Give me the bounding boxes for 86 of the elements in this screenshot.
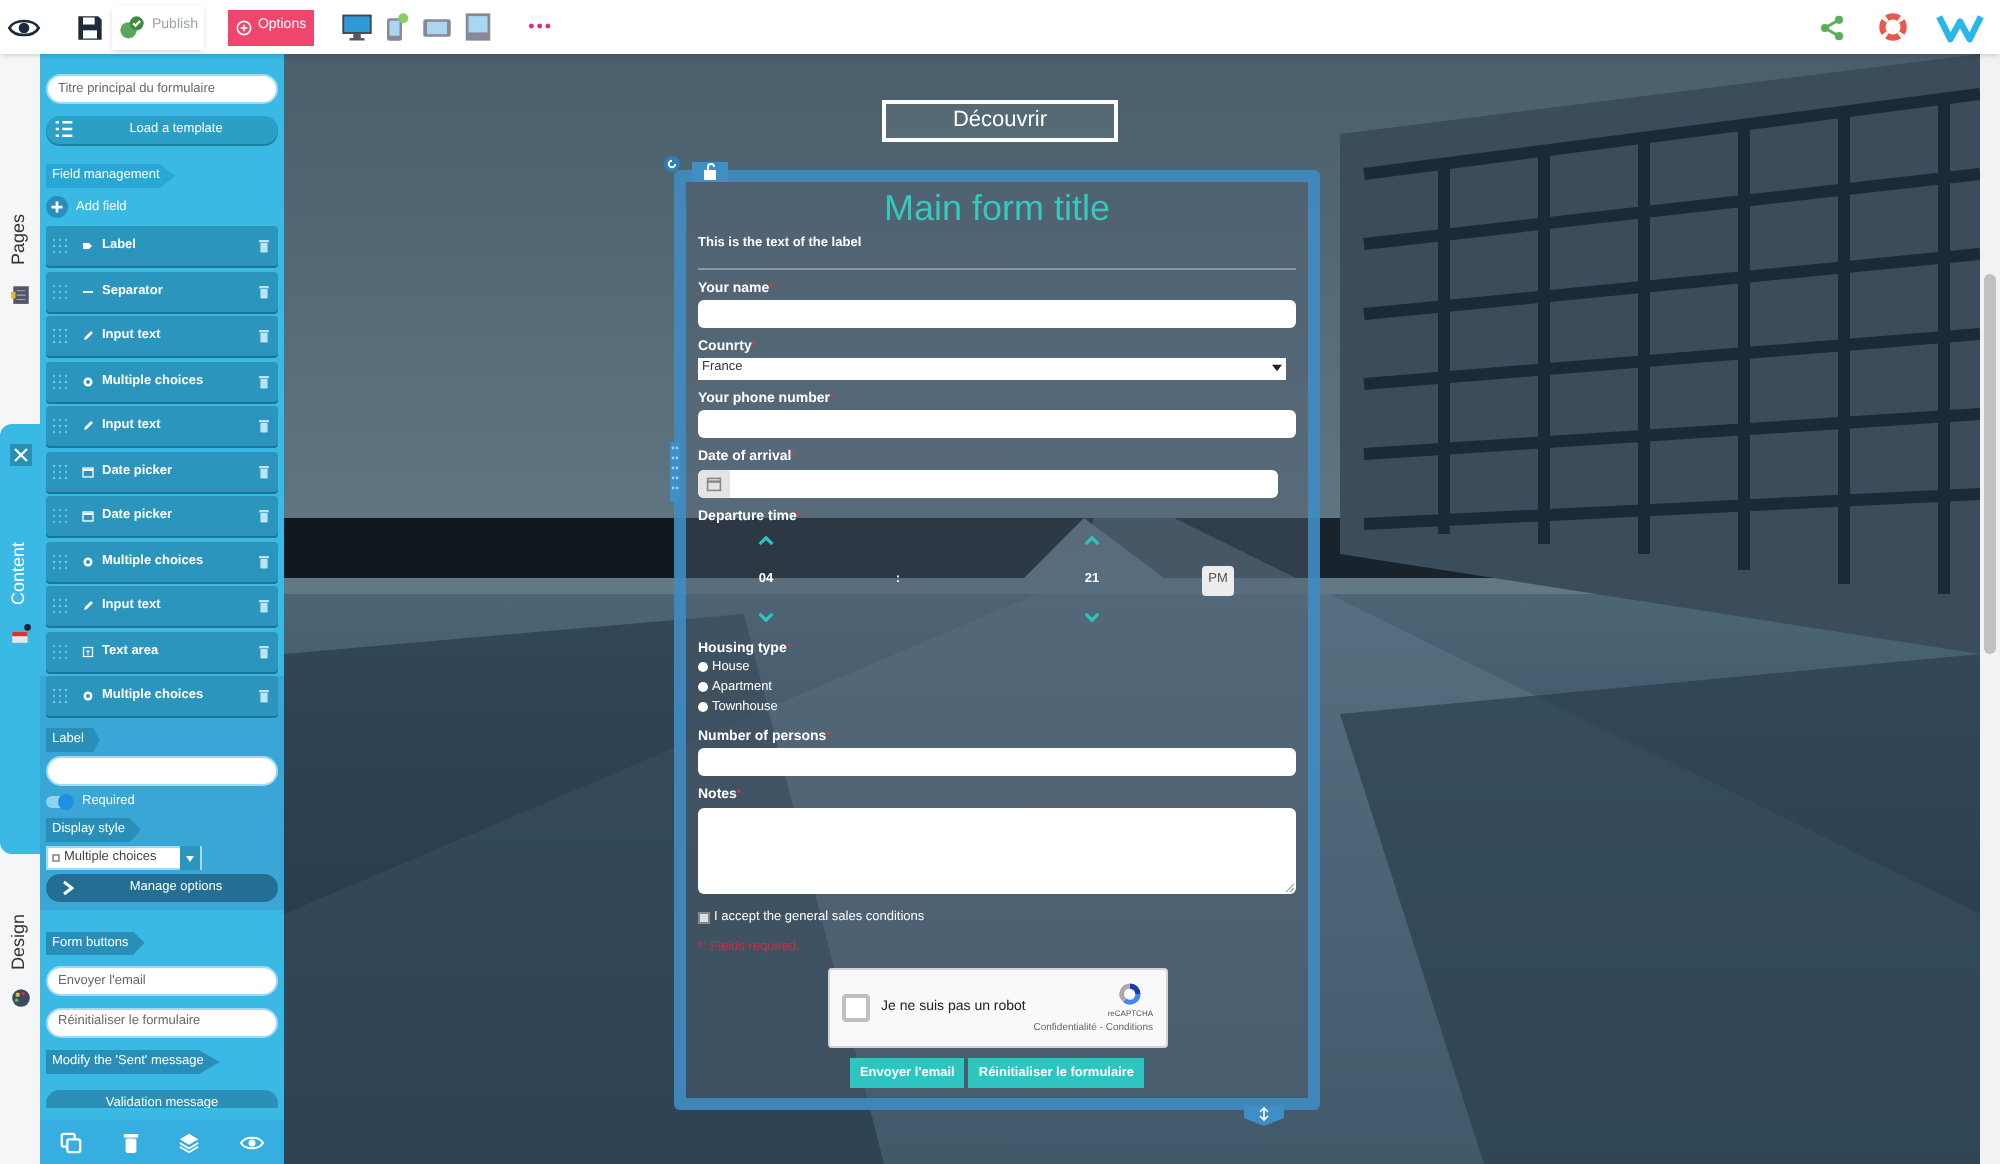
book-icon [9, 281, 31, 306]
trash-icon[interactable] [258, 328, 270, 344]
more-dots[interactable]: ••• [528, 13, 554, 41]
date-input[interactable] [698, 469, 1278, 498]
tablet-icon[interactable] [384, 12, 411, 42]
side-tab-label: Content [6, 542, 31, 606]
drag-handle-icon[interactable] [52, 283, 68, 299]
pencil-icon [82, 600, 94, 612]
drag-handle-icon[interactable] [52, 418, 68, 434]
resize-handle-icon[interactable] [1244, 1106, 1284, 1126]
chevron-down-icon[interactable] [1084, 611, 1100, 622]
palette-icon [9, 986, 31, 1011]
side-tab-label: Design [6, 914, 31, 971]
trash-icon[interactable] [258, 553, 270, 569]
radio-button[interactable] [698, 682, 708, 693]
text-field[interactable] [46, 756, 278, 786]
trash-icon[interactable] [258, 643, 270, 659]
toolbox-icon [9, 621, 31, 646]
scrollbar[interactable] [1980, 54, 2000, 1164]
dash-icon [82, 285, 94, 297]
side-tab[interactable]: Content [0, 424, 40, 854]
drag-handle-icon[interactable] [52, 688, 68, 704]
recaptcha-icon [1115, 980, 1143, 1008]
chevron-up-icon[interactable] [758, 535, 774, 546]
lifebuoy-icon[interactable] [1878, 12, 1908, 42]
text-input[interactable] [698, 747, 1296, 776]
drag-handle-icon[interactable] [52, 508, 68, 524]
close-icon[interactable] [9, 444, 31, 466]
radio-button[interactable] [698, 702, 708, 713]
tag-icon [82, 240, 94, 252]
copy-icon[interactable] [59, 1131, 82, 1153]
unlock-icon[interactable] [692, 162, 728, 182]
radio-button[interactable] [698, 662, 708, 673]
cloud-check-icon [118, 13, 146, 41]
plus-icon [46, 196, 68, 218]
pencil-icon [82, 420, 94, 432]
chevron-up-icon[interactable] [1084, 535, 1100, 546]
trash-icon[interactable] [258, 373, 270, 389]
rotate-icon[interactable] [664, 156, 680, 172]
trash-icon[interactable] [258, 508, 270, 524]
drag-handle-icon[interactable] [52, 643, 68, 659]
tablet-landscape-icon[interactable] [422, 15, 453, 39]
text-box-icon [82, 645, 94, 657]
share-icon[interactable] [1818, 13, 1846, 41]
save-icon[interactable] [76, 13, 104, 41]
drag-handle-icon[interactable] [52, 238, 68, 254]
plus-circle-icon [235, 19, 252, 35]
drag-handle-icon[interactable] [52, 328, 68, 344]
trash-icon[interactable] [258, 598, 270, 614]
radio-icon [82, 555, 94, 567]
side-tab-label: Pages [6, 214, 31, 266]
drag-handle-icon[interactable] [52, 373, 68, 389]
dropdown-arrow-icon [1272, 364, 1282, 373]
trash-icon[interactable] [258, 283, 270, 299]
drag-handle-icon[interactable] [670, 442, 680, 502]
radio-icon [82, 375, 94, 387]
logo-icon[interactable] [1936, 11, 1984, 43]
monitor-icon[interactable] [342, 13, 373, 41]
drag-handle-icon[interactable] [52, 598, 68, 614]
radio-icon [82, 690, 94, 702]
drag-handle-icon[interactable] [52, 463, 68, 479]
trash-icon[interactable] [258, 238, 270, 254]
toggle-switch[interactable] [46, 796, 74, 808]
layers-icon[interactable] [178, 1131, 201, 1153]
calendar-icon [82, 510, 94, 522]
trash-icon[interactable] [121, 1131, 140, 1153]
resize-grip-icon [1286, 883, 1294, 892]
text-input[interactable] [698, 299, 1296, 328]
side-tab[interactable]: Pages [0, 194, 40, 414]
pencil-icon [82, 330, 94, 342]
square-icon [52, 854, 60, 862]
trash-icon[interactable] [258, 688, 270, 704]
form-title: Main form title [881, 186, 1113, 230]
discover-button[interactable]: Découvrir [882, 100, 1118, 142]
calendar-icon [82, 465, 94, 477]
trash-icon[interactable] [258, 418, 270, 434]
chevron-right-icon [62, 880, 74, 896]
trash-icon[interactable] [258, 463, 270, 479]
side-tab[interactable]: Design [0, 894, 40, 1114]
list-icon [54, 120, 74, 138]
screen-icon[interactable] [464, 12, 493, 42]
text-input[interactable] [698, 409, 1296, 438]
captcha-checkbox[interactable] [841, 994, 869, 1023]
drag-handle-icon[interactable] [52, 553, 68, 569]
calendar-icon[interactable] [698, 469, 730, 498]
chevron-down-icon[interactable] [758, 611, 774, 622]
